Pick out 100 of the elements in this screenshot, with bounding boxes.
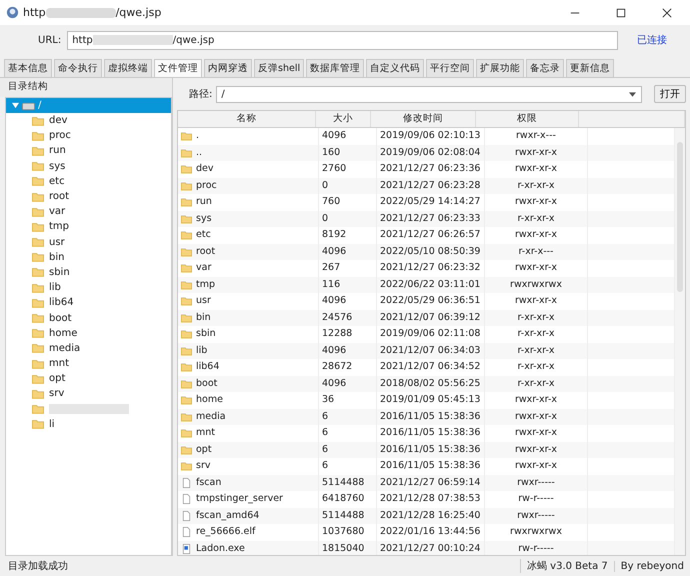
table-cell: sys <box>178 210 319 227</box>
table-cell: opt <box>178 442 319 458</box>
tree-item[interactable]: opt <box>6 371 171 386</box>
folder-icon <box>181 395 192 406</box>
folder-icon <box>32 388 44 399</box>
table-cell: rwxr-xr-x <box>485 442 588 458</box>
expand-arrow-icon[interactable] <box>12 102 19 109</box>
folder-icon <box>32 313 44 324</box>
tab[interactable]: 命令执行 <box>54 59 102 77</box>
tree-header: 目录结构 <box>0 78 172 97</box>
folder-icon <box>32 176 44 186</box>
tab[interactable]: 基本信息 <box>4 59 52 77</box>
folder-icon <box>32 252 44 262</box>
folder-icon <box>181 280 192 290</box>
table-cell: r-xr-xr-x <box>485 376 588 392</box>
folder-icon <box>181 461 192 472</box>
tree-item[interactable]: li <box>6 416 171 432</box>
tab[interactable]: 更新信息 <box>566 59 614 77</box>
tree-item[interactable]: run <box>6 143 171 159</box>
scrollbar[interactable] <box>675 128 685 555</box>
open-button[interactable]: 打开 <box>654 85 686 103</box>
tab[interactable]: 反弹shell <box>254 59 304 77</box>
tree-item[interactable]: lib <box>6 280 171 296</box>
tree-item[interactable]: var <box>6 204 171 220</box>
table-cell: proc <box>178 178 319 194</box>
folder-icon <box>32 146 44 156</box>
table-cell: r-xr-xr-x <box>485 210 588 227</box>
tree-item[interactable]: lib64 <box>6 295 171 310</box>
tab[interactable]: 扩展功能 <box>476 59 524 77</box>
table-cell: 2016/11/05 15:38:36 <box>377 408 485 425</box>
tree-item[interactable]: proc <box>6 128 171 144</box>
table-cell: 160 <box>319 144 377 161</box>
column-header[interactable]: 大小 <box>316 111 371 127</box>
table-cell: rwxr-xr-x <box>485 144 588 161</box>
table-cell: 2021/12/07 06:34:03 <box>377 342 485 359</box>
folder-icon <box>32 130 44 141</box>
folder-icon <box>32 116 44 126</box>
tree-item[interactable]: media <box>6 340 171 356</box>
tree-item[interactable]: mnt <box>6 356 171 372</box>
tree-item[interactable]: root <box>6 188 171 204</box>
column-header[interactable]: 权限 <box>476 111 579 127</box>
table-cell: 2021/12/07 06:39:12 <box>377 310 485 326</box>
tree-item[interactable]: usr <box>6 234 171 250</box>
table-cell: 6 <box>319 408 377 425</box>
author-label: By rebeyond <box>614 560 690 572</box>
folder-icon <box>32 267 44 278</box>
tree-item[interactable]: home <box>6 326 171 341</box>
tree-item[interactable]: tmp <box>6 219 171 234</box>
folder-icon <box>32 282 44 293</box>
tree-item[interactable]: dev <box>6 113 171 128</box>
folder-icon <box>181 378 192 389</box>
column-header[interactable]: 修改时间 <box>371 111 476 127</box>
tab[interactable]: 自定义代码 <box>366 59 424 77</box>
column-header[interactable]: 名称 <box>178 111 316 127</box>
folder-icon <box>181 263 192 274</box>
tab[interactable]: 数据库管理 <box>306 59 364 77</box>
tree-item[interactable]: srv <box>6 386 171 402</box>
tree-item[interactable]: boot <box>6 310 171 326</box>
folder-icon <box>181 296 192 306</box>
tree-item[interactable]: bin <box>6 250 171 265</box>
tab[interactable]: 平行空间 <box>426 59 474 77</box>
table-cell: 2021/12/27 06:23:33 <box>377 210 485 227</box>
window-title: /qwe.jsp <box>116 6 162 19</box>
path-dropdown[interactable]: / <box>216 86 642 102</box>
table-cell: 2016/11/05 15:38:36 <box>377 442 485 458</box>
folder-icon <box>181 246 192 257</box>
file-icon <box>181 494 192 504</box>
folder-icon <box>181 329 192 340</box>
dropdown-caret-icon[interactable] <box>629 92 636 96</box>
app-icon <box>6 6 19 19</box>
table-cell: root <box>178 244 319 260</box>
folder-icon <box>181 164 192 174</box>
table-cell: 5114488 <box>319 474 377 491</box>
table-cell: 2022/06/22 03:11:01 <box>377 276 485 293</box>
table-cell: 2018/08/02 05:56:25 <box>377 376 485 392</box>
tab[interactable]: 虚拟终端 <box>104 59 152 77</box>
folder-icon <box>32 328 44 338</box>
tree-item[interactable]: sys <box>6 158 171 174</box>
tab[interactable]: 内网穿透 <box>204 59 252 77</box>
table-cell: bin <box>178 310 319 326</box>
connection-status-link[interactable]: 已连接 <box>624 33 680 47</box>
folder-icon <box>181 197 192 208</box>
folder-icon <box>32 206 44 217</box>
url-label: URL: <box>38 34 62 46</box>
table-cell: 24576 <box>319 310 377 326</box>
tab[interactable]: 文件管理 <box>154 59 202 77</box>
folder-icon <box>32 161 44 172</box>
table-cell: rw-r----- <box>485 540 588 555</box>
folder-icon <box>181 346 192 356</box>
tab[interactable]: 备忘录 <box>526 59 564 77</box>
tree-item[interactable]: etc <box>6 174 171 189</box>
maximize-icon[interactable] <box>616 8 626 18</box>
folder-icon <box>32 237 44 248</box>
close-icon[interactable] <box>662 8 672 18</box>
url-field[interactable]: http /qwe.jsp <box>67 30 618 50</box>
file-icon <box>181 478 192 488</box>
status-message: 目录加载成功 <box>8 560 68 573</box>
drive-icon <box>22 100 35 110</box>
tree-item[interactable]: sbin <box>6 264 171 280</box>
folder-icon <box>181 412 192 422</box>
